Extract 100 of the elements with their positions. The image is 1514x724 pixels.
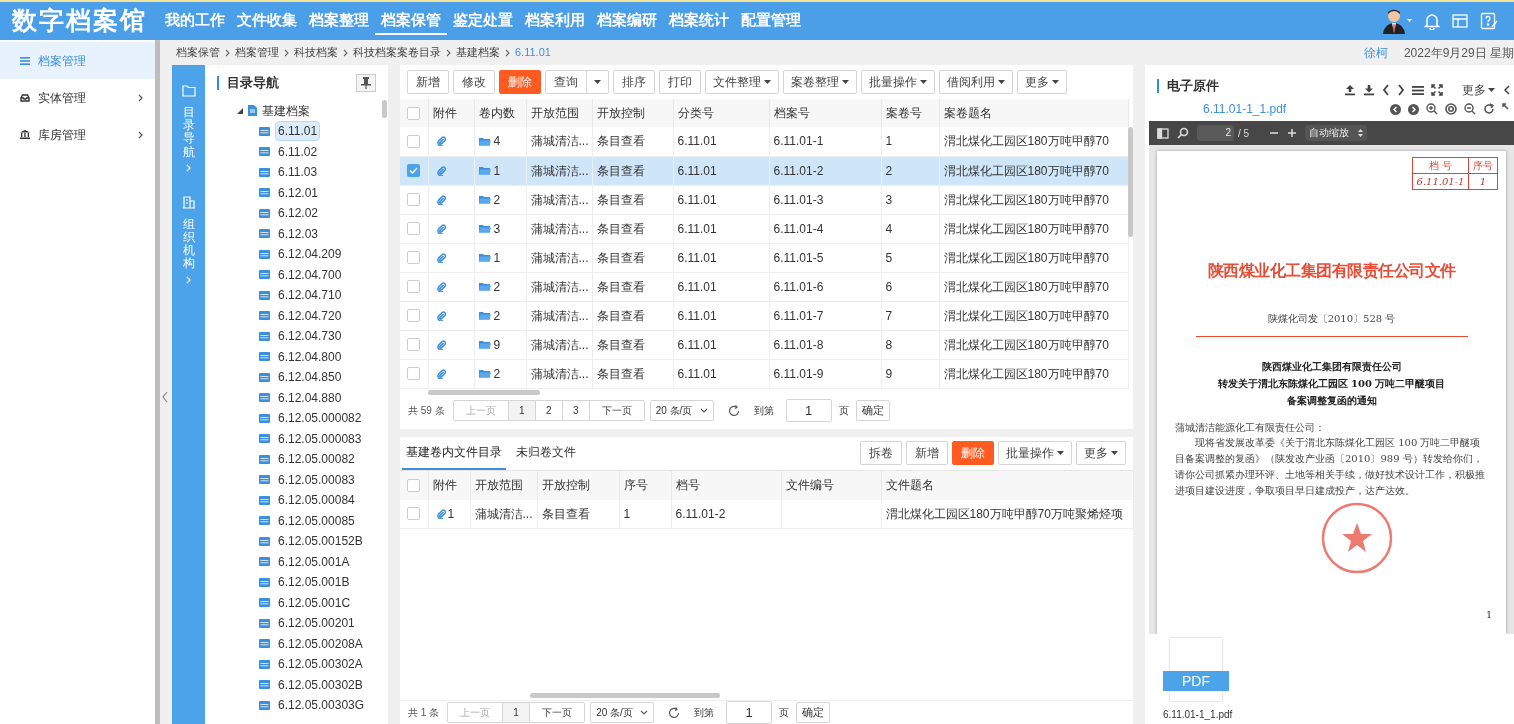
lifebuoy-icon[interactable]	[1445, 103, 1457, 115]
tree-node[interactable]: 6.12.05.00152B	[275, 531, 366, 552]
tree-node[interactable]: 6.12.05.00084	[275, 490, 358, 511]
zoom-select[interactable]: 自动缩放	[1305, 125, 1368, 141]
tree-node[interactable]: 6.12.05.001C	[275, 592, 354, 613]
checkbox[interactable]	[407, 134, 420, 148]
rotate-icon[interactable]	[1483, 103, 1495, 115]
volume-count-link[interactable]: 2	[493, 306, 501, 325]
column-header[interactable]: 文件编号	[781, 470, 881, 500]
expanded-triangle-icon[interactable]	[237, 107, 243, 114]
attachment-count[interactable]: 1	[447, 504, 455, 523]
horizontal-scrollbar-thumb[interactable]	[530, 693, 720, 698]
layout-icon[interactable]	[1452, 14, 1468, 28]
volume-count-link[interactable]: 1	[493, 248, 501, 267]
page-button[interactable]: 1	[503, 703, 531, 722]
dropdown-button[interactable]: 案卷整理	[783, 70, 857, 94]
column-header[interactable]: 开放控制	[537, 470, 619, 500]
volume-count-link[interactable]: 4	[493, 132, 501, 151]
zoom-in-icon[interactable]	[1287, 128, 1298, 138]
list-icon[interactable]	[1412, 84, 1424, 96]
next-page-button[interactable]: 下一页	[589, 401, 644, 420]
volume-count-link[interactable]: 2	[493, 190, 501, 209]
toolbar-button[interactable]: 打印	[659, 70, 701, 94]
page-input[interactable]: 1	[726, 701, 773, 724]
tree-node[interactable]: 6.12.04.209	[275, 244, 345, 265]
toolbar-button[interactable]: 排序	[613, 70, 655, 94]
volume-count-link[interactable]: 2	[493, 364, 501, 383]
page-button[interactable]: 1	[508, 401, 536, 420]
tree-node[interactable]: 6.12.04.800	[275, 346, 345, 367]
tree-node[interactable]: 6.12.04.850	[275, 367, 345, 388]
breadcrumb-link[interactable]: 档案管理	[235, 44, 279, 61]
column-header[interactable]: 档号	[671, 470, 781, 500]
next-icon[interactable]	[1397, 84, 1405, 96]
tree-node[interactable]: 6.11.03	[275, 162, 321, 183]
zoom-in-icon[interactable]	[1426, 103, 1438, 115]
sidebar-toggle-icon[interactable]	[1157, 127, 1169, 139]
previous-icon[interactable]	[1382, 84, 1390, 96]
dropdown-button[interactable]: 文件整理	[705, 70, 779, 94]
dropdown-button[interactable]: 更多	[1017, 70, 1067, 94]
horizontal-scrollbar-thumb[interactable]	[428, 389, 540, 395]
tab[interactable]: 基建卷内文件目录	[402, 436, 506, 470]
tree-node[interactable]: 6.12.05.000083	[275, 428, 365, 449]
tree-node[interactable]: 6.12.01	[275, 182, 322, 203]
dropdown-button[interactable]: 批量操作	[861, 70, 935, 94]
tree-scrollbar-thumb[interactable]	[382, 100, 387, 118]
tree-node[interactable]: 6.12.05.00082	[275, 449, 358, 470]
page-input[interactable]: 1	[785, 399, 832, 422]
checkbox[interactable]	[407, 367, 420, 380]
notification-bell-icon[interactable]	[1424, 12, 1440, 30]
breadcrumb-link[interactable]: 基建档案	[456, 44, 500, 61]
dropdown-button[interactable]: 更多	[1076, 441, 1126, 465]
tree-node[interactable]: 6.11.02	[275, 141, 321, 162]
tree-node[interactable]: 6.12.02	[275, 203, 322, 224]
tree-node[interactable]: 6.12.05.00302B	[275, 674, 366, 695]
tab[interactable]: 未归卷文件	[512, 436, 580, 470]
side-menu-item[interactable]: 实体管理	[0, 79, 155, 116]
table-scrollbar-thumb[interactable]	[1128, 127, 1133, 237]
tree-node[interactable]: 6.12.04.700	[275, 264, 345, 285]
confirm-button[interactable]: 确定	[796, 702, 831, 723]
download-icon[interactable]	[1363, 84, 1375, 96]
toolbar-button[interactable]: 新增	[407, 70, 449, 94]
side-menu-item[interactable]: 库房管理	[0, 116, 155, 153]
dropdown-button[interactable]: 批量操作	[998, 441, 1072, 465]
column-header[interactable]: 文件题名	[881, 470, 1133, 500]
confirm-button[interactable]: 确定	[855, 400, 890, 421]
collapse-handle-icon[interactable]	[161, 390, 169, 404]
folder-icon[interactable]	[181, 85, 196, 97]
toolbar-button[interactable]: 新增	[906, 441, 948, 465]
search-icon[interactable]	[1177, 127, 1189, 139]
checkbox[interactable]	[407, 251, 420, 264]
volume-count-link[interactable]: 1	[493, 161, 501, 180]
page-size-select[interactable]: 20 条/页	[649, 400, 714, 421]
tree-node[interactable]: 6.12.04.880	[275, 387, 345, 408]
breadcrumb-link[interactable]: 科技档案案卷目录	[353, 44, 441, 61]
tree-node[interactable]: 6.12.05.001B	[275, 572, 353, 593]
help-icon[interactable]	[1480, 12, 1498, 30]
tree-node[interactable]: 基建档案	[262, 101, 310, 120]
column-header[interactable]: 开放范围	[470, 470, 537, 500]
tree-node[interactable]: 6.12.05.000082	[275, 408, 365, 429]
checkbox[interactable]	[407, 478, 420, 492]
tree-node[interactable]: 6.12.04.730	[275, 326, 345, 347]
tree-node[interactable]: 6.12.05.00303G	[275, 695, 368, 716]
column-header[interactable]: 序号	[619, 470, 671, 500]
tree-node[interactable]: 6.12.05.00208A	[275, 633, 366, 654]
checkbox[interactable]	[407, 164, 420, 177]
toolbar-button[interactable]: 拆卷	[860, 441, 902, 465]
tree-node[interactable]: 6.12.05.00302A	[275, 654, 366, 675]
checkbox[interactable]	[407, 280, 420, 293]
fullscreen-icon[interactable]	[1431, 84, 1443, 96]
column-header[interactable]: 附件	[428, 470, 470, 500]
file-name-link[interactable]: 6.11.01-1_1.pdf	[1203, 100, 1287, 118]
checkbox[interactable]	[407, 193, 420, 206]
tree-node[interactable]: 6.11.01	[275, 121, 321, 142]
tree-node[interactable]: 6.12.05.001A	[275, 551, 353, 572]
previous-page-icon[interactable]	[1390, 103, 1401, 115]
next-page-icon[interactable]	[1408, 103, 1419, 115]
checkbox[interactable]	[407, 338, 420, 351]
checkbox[interactable]	[407, 309, 420, 322]
tree-node[interactable]: 6.12.04.720	[275, 305, 345, 326]
tree-node[interactable]: 6.12.05.00083	[275, 469, 358, 490]
